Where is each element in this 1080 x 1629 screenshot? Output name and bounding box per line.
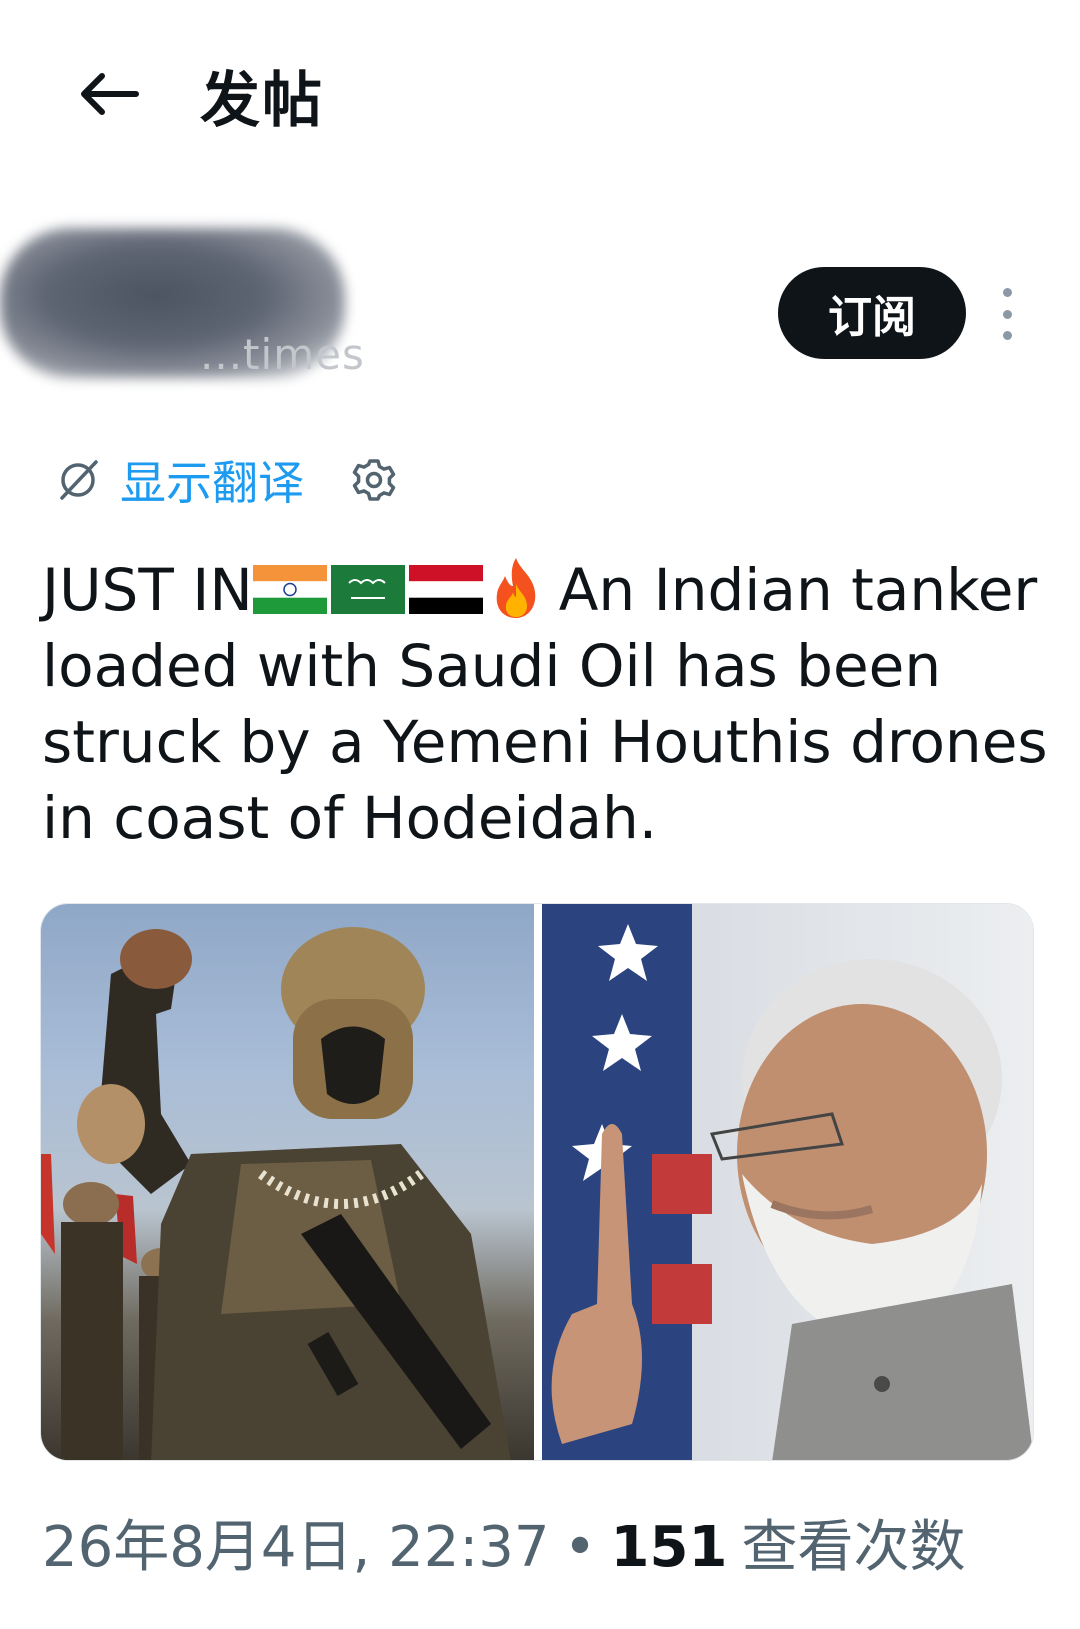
meta-separator: • [563,1515,597,1580]
post-prefix: JUST IN [42,556,253,624]
view-count-label: 查看次数 [741,1515,966,1580]
page-title: 发帖 [200,66,324,136]
show-translation-link[interactable]: 显示翻译 [56,447,304,513]
more-options-button[interactable] [990,282,1024,346]
india-flag-icon [252,565,327,614]
show-translation-label: 显示翻译 [120,456,304,510]
translation-settings-button[interactable] [348,454,400,506]
subscribe-button[interactable]: 订阅 [778,267,966,359]
vertical-ellipsis-icon [1002,288,1012,297]
fire-emoji-icon [496,558,535,618]
gear-icon [352,459,396,501]
top-bar: 发帖 [0,0,1080,190]
soldier-photo-illustration [41,927,511,1460]
politician-photo[interactable] [542,904,1033,1460]
author-row: ...times 订阅 [0,210,1080,400]
translate-row: 显示翻译 [56,450,400,510]
back-button[interactable] [72,62,144,126]
post-timestamp[interactable]: 26年8月4日, 22:37 [42,1502,550,1583]
arrow-left-icon [81,73,139,115]
soldier-photo[interactable] [41,904,534,1460]
post-body: JUST IN An Indian tanker loaded with Sau… [42,552,1052,856]
view-count: 151 [610,1515,728,1580]
media-grid [40,903,1034,1461]
post-meta: 26年8月4日, 22:37 • 151 查看次数 [42,1502,965,1583]
author-handle[interactable]: ...times [200,330,365,379]
saudi-arabia-flag-icon [330,565,405,614]
politician-photo-illustration [542,904,1033,1460]
globe-slash-icon [60,460,98,500]
yemen-flag-icon [408,565,483,614]
